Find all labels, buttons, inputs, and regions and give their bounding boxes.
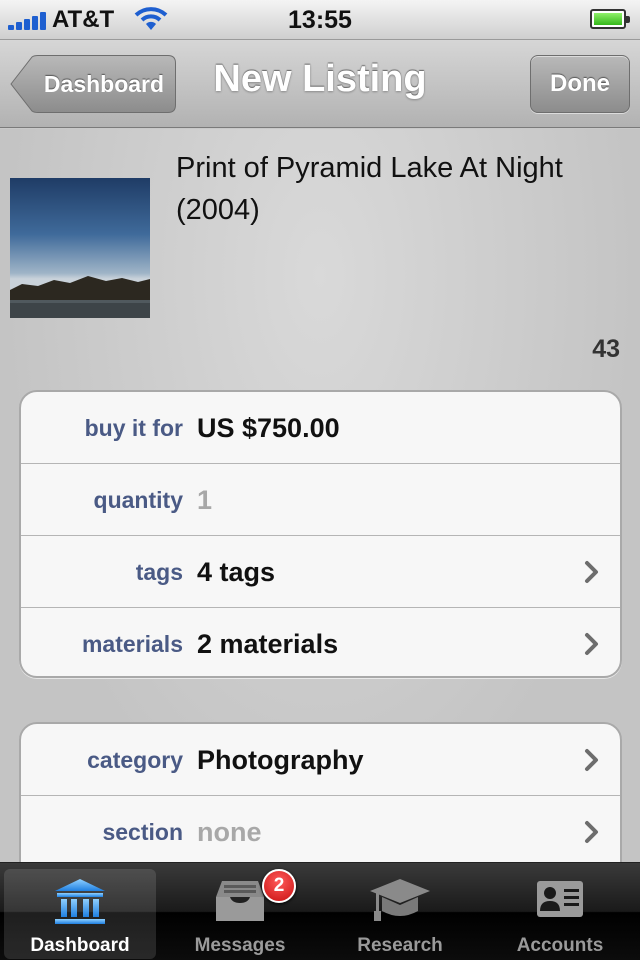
row-value: US $750.00 (197, 413, 340, 443)
row-quantity[interactable]: quantity 1 (21, 464, 620, 536)
row-value: 2 materials (197, 629, 339, 659)
tab-label: Dashboard (30, 935, 130, 956)
row-label: section (102, 819, 183, 845)
chevron-right-icon (585, 633, 598, 655)
row-value: none (197, 817, 262, 847)
row-materials[interactable]: materials 2 materials (21, 608, 620, 676)
tab-messages[interactable]: 2 Messages (164, 869, 316, 959)
messages-badge: 2 (262, 869, 296, 903)
tab-dashboard[interactable]: Dashboard (4, 869, 156, 959)
id-card-icon (537, 881, 583, 917)
row-label: materials (81, 631, 183, 657)
tab-label: Messages (194, 935, 286, 956)
row-label: buy it for (84, 415, 183, 441)
battery-icon (590, 9, 630, 29)
tab-accounts[interactable]: Accounts (484, 869, 636, 959)
row-tags[interactable]: tags 4 tags (21, 536, 620, 608)
inbox-tray-icon (216, 881, 264, 921)
row-value: Photography (197, 745, 364, 775)
chevron-right-icon (585, 749, 598, 771)
chevron-right-icon (585, 821, 598, 843)
navigation-bar: Dashboard New Listing Done (0, 40, 640, 128)
row-label: category (87, 747, 183, 773)
status-bar: AT&T 13:55 (0, 0, 640, 40)
lake-hills-image (10, 276, 150, 318)
listing-photo[interactable] (10, 178, 150, 318)
bank-building-icon (55, 879, 105, 924)
category-group: category Photography section none (19, 722, 622, 862)
tab-research[interactable]: Research (324, 869, 476, 959)
row-value: 1 (197, 485, 213, 515)
details-group: buy it for US $750.00 quantity 1 tags 4 … (19, 390, 622, 678)
listing-form: Print of Pyramid Lake At Night (2004) 43… (0, 129, 640, 862)
row-buy-it-for[interactable]: buy it for US $750.00 (21, 392, 620, 464)
done-button[interactable]: Done (530, 55, 630, 113)
row-label: tags (135, 559, 183, 585)
listing-title[interactable]: Print of Pyramid Lake At Night (2004) (176, 147, 616, 231)
character-count: 43 (592, 335, 620, 363)
graduation-cap-icon (370, 879, 430, 921)
tab-label: Research (357, 935, 443, 956)
row-section[interactable]: section none (21, 796, 620, 862)
chevron-right-icon (585, 561, 598, 583)
tab-label: Accounts (516, 935, 604, 956)
row-label: quantity (93, 487, 183, 513)
tab-bar: Dashboard 2 Messages Research Accounts (0, 862, 640, 960)
row-value: 4 tags (197, 557, 276, 587)
clock: 13:55 (288, 6, 352, 34)
row-category[interactable]: category Photography (21, 724, 620, 796)
